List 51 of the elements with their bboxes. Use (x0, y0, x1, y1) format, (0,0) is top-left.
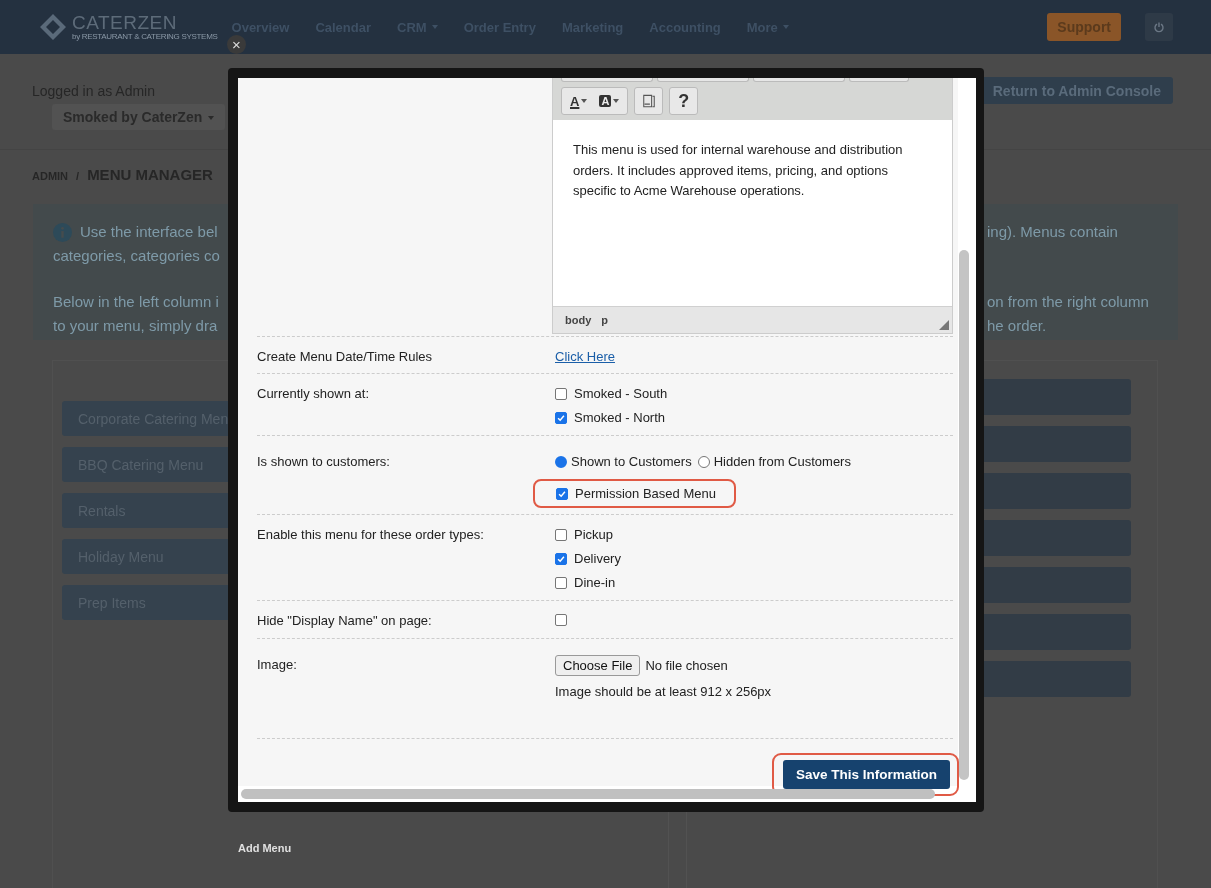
field-label: Create Menu Date/Time Rules (257, 348, 434, 364)
radio-button[interactable] (555, 455, 567, 468)
click-here-link[interactable]: Click Here (555, 348, 615, 365)
element-path[interactable]: body (565, 314, 592, 326)
checkbox-label: Smoked - South (574, 385, 668, 402)
checkbox[interactable] (555, 387, 567, 400)
info-text: to your menu, simply dra (53, 315, 218, 336)
element-path[interactable]: p (601, 314, 608, 326)
checkbox-label: Delivery (574, 550, 621, 567)
checkbox[interactable] (555, 528, 567, 541)
info-text: Use the interface bel (80, 222, 218, 242)
field-label: Image: (257, 656, 298, 674)
power-icon (1153, 21, 1165, 33)
power-button[interactable] (1145, 13, 1173, 41)
text-color-button[interactable]: A (562, 93, 594, 109)
info-text: Below in the left column i (53, 291, 219, 312)
checkbox[interactable] (556, 487, 568, 500)
radio-button[interactable] (697, 455, 710, 468)
brand-name: CATERZEN (72, 13, 178, 32)
horizontal-scrollbar[interactable] (241, 789, 935, 799)
checkbox-label: Smoked - North (574, 409, 666, 426)
document-icon (641, 92, 656, 110)
info-text: he order. (987, 315, 1047, 336)
radio-label: Hidden from Customers (713, 453, 851, 470)
info-icon (53, 222, 72, 242)
brand-tagline: by RESTAURANT & CATERING SYSTEMS (72, 33, 218, 41)
checkbox[interactable] (555, 411, 567, 424)
help-button[interactable]: ? (669, 87, 699, 115)
breadcrumb-separator: / (76, 170, 80, 182)
file-status: No file chosen (645, 658, 728, 673)
checkbox-label: Dine-in (574, 574, 616, 591)
checkbox-label: Pickup (574, 526, 614, 543)
choose-file-button[interactable]: Choose File (555, 655, 641, 676)
resize-handle-icon[interactable] (939, 320, 949, 330)
highlight-color-button[interactable]: A (593, 95, 628, 107)
checkbox[interactable] (555, 552, 567, 565)
vertical-scrollbar[interactable] (959, 250, 969, 780)
radio-label: Shown to Customers (571, 453, 692, 470)
description-text: This menu is used for internal warehouse and distribution orders. It includes approved items, pricing, and options specific to Acme Warehouse operations. (573, 141, 904, 200)
field-label: Currently shown at: (257, 385, 370, 403)
save-button[interactable]: Save This Information (782, 760, 950, 789)
add-menu-link[interactable]: Add Menu (238, 842, 292, 854)
checkbox[interactable] (555, 576, 567, 589)
diamond-logo-icon (38, 12, 68, 42)
image-hint: Image should be at least 912 x 256px (555, 683, 772, 700)
info-text: on from the right column (987, 291, 1149, 312)
checkbox[interactable] (555, 614, 567, 626)
checkbox-label: Permission Based Menu (575, 485, 716, 502)
info-text: categories, categories co (53, 246, 220, 267)
info-text: ing). Menus contain (987, 222, 1118, 242)
source-button[interactable] (634, 87, 664, 115)
